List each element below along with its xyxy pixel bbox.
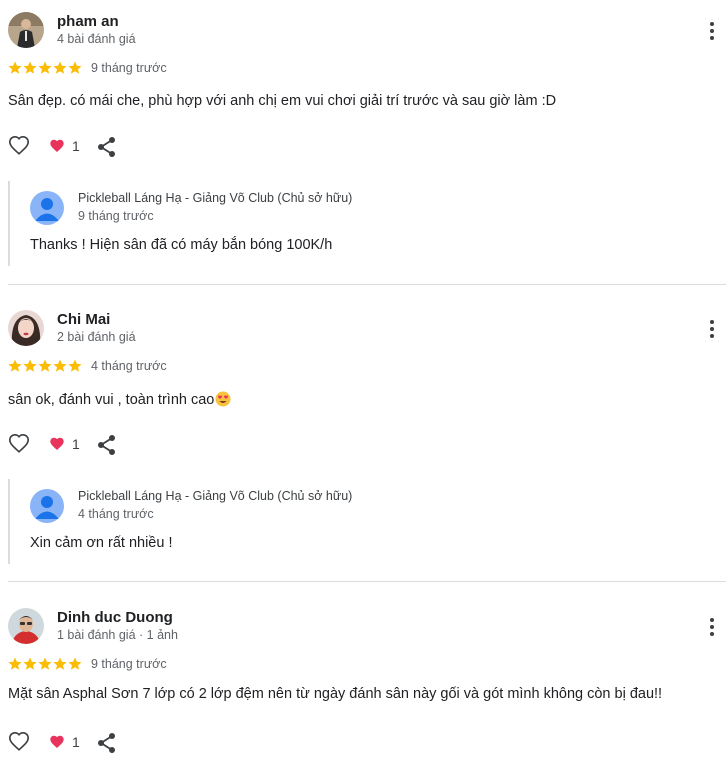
review-text: sân ok, đánh vui , toàn trình cao xyxy=(8,391,231,411)
owner-name[interactable]: Pickleball Láng Hạ - Giảng Võ Club (Chủ … xyxy=(78,489,352,503)
reviewer-name[interactable]: pham an xyxy=(57,13,119,30)
love-reaction-icon xyxy=(49,436,65,457)
reviewer-meta: 1 bài đánh giá · 1 ảnh xyxy=(57,628,178,642)
owner-reply: Pickleball Láng Hạ - Giảng Võ Club (Chủ … xyxy=(8,479,370,564)
owner-avatar[interactable] xyxy=(30,191,64,225)
share-icon[interactable] xyxy=(97,136,117,163)
like-count: 1 xyxy=(72,734,80,750)
love-reaction-icon xyxy=(49,734,65,755)
like-button[interactable] xyxy=(8,433,30,460)
more-options-icon[interactable] xyxy=(703,616,721,638)
review-text: Sân đẹp. có mái che, phù hợp với anh chị… xyxy=(8,93,557,109)
reply-date: 4 tháng trước xyxy=(78,507,154,521)
share-icon[interactable] xyxy=(97,434,117,461)
share-icon[interactable] xyxy=(97,732,117,759)
review-text: Mặt sân Asphal Sơn 7 lớp có 2 lớp đệm nê… xyxy=(8,686,663,702)
owner-name[interactable]: Pickleball Láng Hạ - Giảng Võ Club (Chủ … xyxy=(78,191,352,205)
like-count: 1 xyxy=(72,436,80,452)
like-button[interactable] xyxy=(8,731,30,758)
like-button[interactable] xyxy=(8,135,30,162)
review-date: 9 tháng trước xyxy=(91,61,167,75)
divider xyxy=(8,284,726,285)
reply-date: 9 tháng trước xyxy=(78,209,154,223)
five-stars-icon xyxy=(8,359,82,372)
heart-outline-icon xyxy=(9,732,29,751)
star-rating xyxy=(8,61,84,77)
review-date: 4 tháng trước xyxy=(91,359,167,373)
heart-eyes-emoji-icon xyxy=(215,391,231,411)
avatar[interactable] xyxy=(8,310,44,346)
reply-text: Xin cảm ơn rất nhiều ! xyxy=(30,535,173,551)
reviewer-meta: 4 bài đánh giá xyxy=(57,32,136,46)
star-rating xyxy=(8,657,84,673)
heart-outline-icon xyxy=(9,434,29,453)
love-reaction-icon xyxy=(49,138,65,159)
reviewer-meta: 2 bài đánh giá xyxy=(57,330,136,344)
avatar[interactable] xyxy=(8,12,44,48)
more-options-icon[interactable] xyxy=(703,20,721,42)
owner-avatar[interactable] xyxy=(30,489,64,523)
divider xyxy=(8,581,726,582)
avatar[interactable] xyxy=(8,608,44,644)
review-text-content: sân ok, đánh vui , toàn trình cao xyxy=(8,392,215,408)
reviewer-name[interactable]: Dinh duc Duong xyxy=(57,609,173,626)
reviewer-name[interactable]: Chi Mai xyxy=(57,311,110,328)
reply-text: Thanks ! Hiện sân đã có máy bắn bóng 100… xyxy=(30,237,333,253)
five-stars-icon xyxy=(8,61,82,74)
more-options-icon[interactable] xyxy=(703,318,721,340)
heart-outline-icon xyxy=(9,136,29,155)
owner-reply: Pickleball Láng Hạ - Giảng Võ Club (Chủ … xyxy=(8,181,370,266)
review-date: 9 tháng trước xyxy=(91,657,167,671)
five-stars-icon xyxy=(8,657,82,670)
star-rating xyxy=(8,359,84,375)
like-count: 1 xyxy=(72,138,80,154)
